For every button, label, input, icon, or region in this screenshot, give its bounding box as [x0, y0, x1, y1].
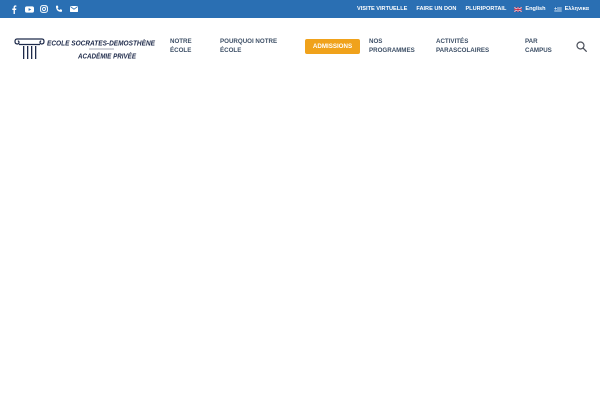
nav-campus-line2: CAMPUS — [525, 46, 552, 54]
nav-notre-ecole-line1: NOTRE — [170, 38, 192, 45]
nav-nos-programmes[interactable]: NOS PROGRAMMES — [369, 38, 415, 55]
logo-text-line1: ECOLE SOCRATES-DEMOSTHÈNE — [47, 39, 155, 48]
lang-greek[interactable]: Ελληνικα — [553, 6, 589, 12]
nav-notre-ecole-line2: ÉCOLE — [170, 46, 192, 54]
social-links — [9, 0, 79, 18]
school-logo[interactable]: ECOLE SOCRATES-DEMOSTHÈNE ACADÉMIE PRIVÉ… — [14, 36, 156, 62]
faire-un-don-link[interactable]: FAIRE UN DON — [416, 6, 456, 12]
facebook-icon[interactable] — [9, 4, 19, 14]
top-bar: VISITE VIRTUELLE FAIRE UN DON PLURIPORTA… — [0, 0, 600, 18]
nav-notre-ecole[interactable]: NOTRE ÉCOLE — [170, 38, 192, 55]
lang-english[interactable]: English — [514, 6, 546, 12]
admissions-button[interactable]: ADMISSIONS — [305, 39, 360, 54]
nav-activites-parascolaires[interactable]: ACTIVITÉS PARASCOLAIRES — [436, 38, 489, 55]
nav-activites-line2: PARASCOLAIRES — [436, 46, 490, 54]
mail-icon[interactable] — [69, 4, 79, 14]
youtube-icon[interactable] — [24, 4, 34, 14]
search-icon[interactable] — [576, 41, 587, 52]
pluriportail-link[interactable]: PLURIPORTAIL — [465, 6, 506, 12]
main-content — [0, 77, 600, 400]
lang-english-label: English — [525, 6, 546, 12]
nav-programmes-line1: NOS — [369, 38, 383, 45]
uk-flag-icon — [514, 6, 523, 12]
greek-flag-icon — [553, 6, 562, 12]
top-links: VISITE VIRTUELLE FAIRE UN DON PLURIPORTA… — [348, 0, 589, 18]
phone-icon[interactable] — [54, 4, 64, 14]
lang-greek-label: Ελληνικα — [564, 6, 589, 12]
visite-virtuelle-link[interactable]: VISITE VIRTUELLE — [357, 6, 407, 12]
nav-activites-line1: ACTIVITÉS — [436, 38, 469, 45]
nav-pourquoi-notre-ecole[interactable]: POURQUOI NOTRE ÉCOLE — [220, 38, 277, 55]
logo-text-line2: ACADÉMIE PRIVÉE — [77, 52, 136, 61]
instagram-icon[interactable] — [39, 4, 49, 14]
nav-pourquoi-line1: POURQUOI NOTRE — [220, 38, 278, 45]
nav-programmes-line2: PROGRAMMES — [369, 46, 415, 54]
nav-pourquoi-line2: ÉCOLE — [220, 46, 242, 54]
site-header: ECOLE SOCRATES-DEMOSTHÈNE ACADÉMIE PRIVÉ… — [0, 18, 600, 77]
nav-par-campus[interactable]: PAR CAMPUS — [525, 38, 552, 55]
nav-campus-line1: PAR — [525, 38, 538, 45]
